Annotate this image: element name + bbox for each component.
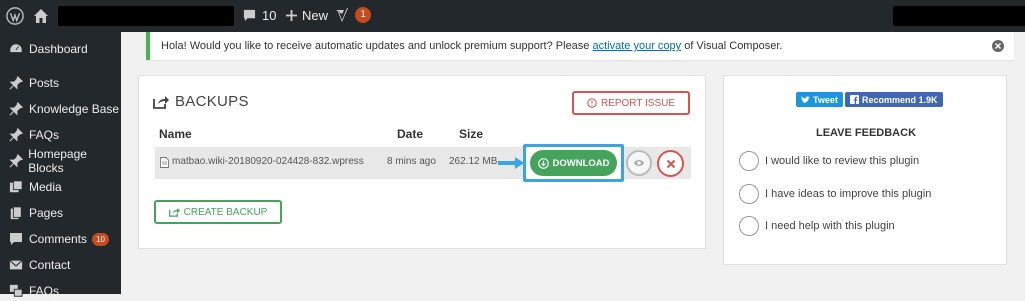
notice-text-end: of Visual Composer. [681,40,783,52]
plus-icon [286,10,297,21]
sidebar-item-comments[interactable]: Comments 10 [0,229,121,249]
pages-icon [8,205,24,221]
backup-date: 8 mins ago [387,156,436,167]
notice-text: Hola! Would you like to receive automati… [161,40,593,52]
sidebar-item-label: Contact [29,258,71,272]
create-backup-label: CREATE BACKUP [183,206,268,218]
sidebar-item-posts[interactable]: Posts [0,73,121,93]
export-icon [168,207,180,217]
feedback-option-help[interactable]: I need help with this plugin [739,216,895,236]
feedback-option-label: I have ideas to improve this plugin [765,188,932,200]
pin-icon [8,153,23,169]
faq-icon [8,283,24,299]
download-label: DOWNLOAD [552,157,610,169]
table-row: matbao.wiki-20180920-024428-832.wpress 8… [155,144,691,182]
sidebar-item-label: Media [29,180,62,194]
feedback-title: LEAVE FEEDBACK [815,127,917,139]
dashboard-icon [8,41,24,57]
report-issue-label: REPORT ISSUE [600,97,676,109]
feedback-option-label: I need help with this plugin [765,220,895,232]
facebook-icon [850,95,859,104]
download-button[interactable]: DOWNLOAD [530,150,617,176]
sidebar-item-label: Knowledge Base [29,102,120,116]
backup-file-name: matbao.wiki-20180920-024428-832.wpress [172,156,364,167]
update-notice: Hola! Would you like to receive automati… [146,32,1014,60]
activate-link[interactable]: activate your copy [592,40,681,52]
backups-title-text: BACKUPS [175,93,249,110]
column-header-date: Date [397,127,424,141]
backups-panel: BACKUPS REPORT ISSUE Name Date Size matb… [138,75,706,249]
sidebar-item-label: FAQs [29,284,60,298]
sidebar-item-label: Homepage Blocks [28,147,87,175]
backup-size: 262.12 MB [449,156,498,167]
column-header-name: Name [159,127,192,141]
report-issue-button[interactable]: REPORT ISSUE [572,91,690,115]
pin-icon [8,127,24,143]
admin-bar: 10 New 1 [0,0,1025,32]
tweet-label: Tweet [813,94,838,105]
feedback-option-review[interactable]: I would like to review this plugin [739,151,919,171]
sidebar-item-media[interactable]: Media [0,177,121,197]
redacted-site-name [58,6,234,26]
export-icon [153,95,169,109]
backups-title: BACKUPS [153,93,249,110]
mail-icon [8,257,24,273]
feedback-option-label: I would like to review this plugin [765,155,920,167]
facebook-recommend-button[interactable]: Recommend 1.9K [845,92,943,107]
restore-button[interactable] [626,150,652,176]
sidebar-item-label: Pages [29,206,64,220]
download-highlight: DOWNLOAD [523,144,624,182]
redacted-user-account [893,6,1025,26]
tweet-button[interactable]: Tweet [796,92,843,107]
yoast-notification-badge: 1 [355,7,371,23]
feedback-option-ideas[interactable]: I have ideas to improve this plugin [739,184,931,204]
new-content-link[interactable]: New [286,8,328,23]
new-label: New [302,8,329,23]
radio-button[interactable] [739,151,759,171]
close-icon [666,159,675,168]
delete-button[interactable] [657,150,684,177]
file-icon [160,157,169,168]
radio-button[interactable] [739,184,759,204]
sidebar-item-label: Comments [29,232,88,246]
column-header-size: Size [459,127,484,141]
restore-icon [634,160,644,166]
sidebar-item-label: FAQs [29,128,60,142]
sidebar-item-knowledge-base[interactable]: Knowledge Base [0,99,121,119]
sidebar-item-dashboard[interactable]: Dashboard [0,39,121,59]
radio-button[interactable] [739,216,759,236]
sidebar-item-faqs-2[interactable]: FAQs [0,281,121,301]
dismiss-icon[interactable] [992,40,1004,52]
yoast-seo-menu[interactable]: 1 [335,7,371,23]
comments-count-badge: 10 [92,232,110,246]
sidebar-item-label: Posts [29,76,60,90]
pin-icon [8,101,24,117]
recommend-label: Recommend 1.9K [862,94,938,105]
sidebar-item-homepage-blocks[interactable]: Homepage Blocks [0,147,121,175]
sidebar-item-pages[interactable]: Pages [0,203,121,223]
create-backup-button[interactable]: CREATE BACKUP [154,200,282,224]
warning-circle-icon [587,98,597,108]
comments-count: 10 [262,8,277,23]
comments-link[interactable]: 10 [243,8,276,23]
home-icon[interactable] [33,8,49,24]
sidebar-item-faqs[interactable]: FAQs [0,125,121,145]
wordpress-logo-icon[interactable] [6,7,24,25]
feedback-panel: Tweet Recommend 1.9K LEAVE FEEDBACK I wo… [723,75,1007,265]
media-icon [8,179,24,195]
sidebar-item-label: Dashboard [29,42,88,56]
comment-icon [8,231,24,247]
download-circle-icon [537,157,549,169]
arrow-right-icon [498,157,524,169]
pin-icon [8,75,24,91]
admin-sidebar: Dashboard Posts Knowledge Base FAQs Home… [0,32,121,298]
twitter-bird-icon [801,95,810,103]
sidebar-item-contact[interactable]: Contact [0,255,121,275]
yoast-icon [336,8,348,22]
comment-icon [243,9,256,22]
